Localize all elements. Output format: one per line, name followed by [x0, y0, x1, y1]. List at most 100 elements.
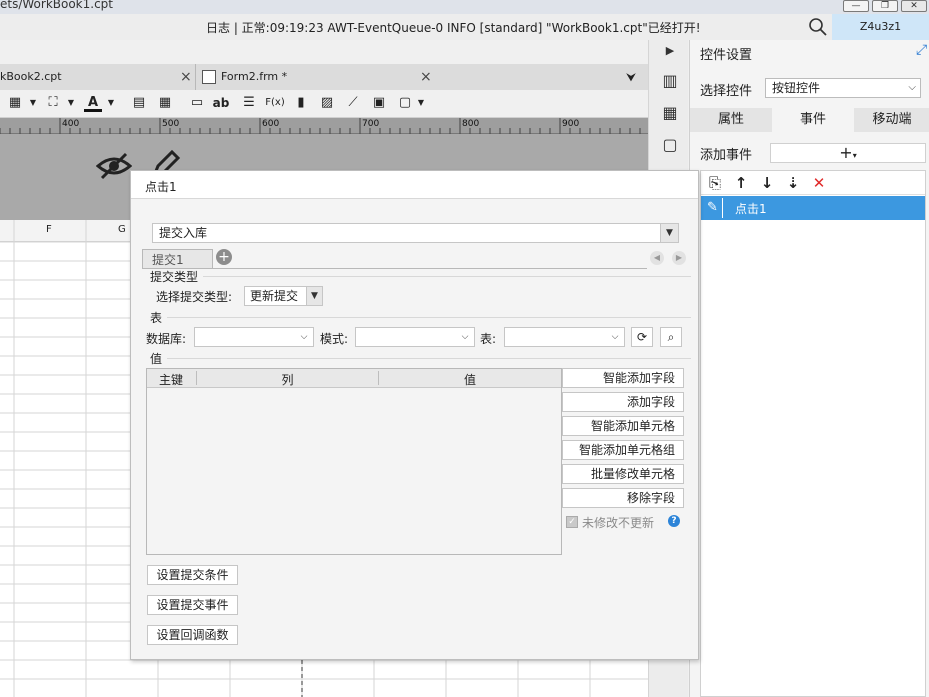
table-label: 表:: [480, 332, 497, 346]
field-table[interactable]: 主键 列 值: [146, 368, 562, 555]
eye-hidden-icon[interactable]: [96, 150, 132, 182]
no-change-no-update-checkbox[interactable]: ✓: [566, 516, 578, 528]
widget-settings-panel: 控件设置 ⤢ 选择控件 按钮控件 ⌵ 属性 事件 移动端 添加事件 +▾ ⎘ ↑…: [689, 40, 929, 697]
event-toolbar: ⎘ ↑ ↓ ⇣ ✕: [701, 171, 925, 195]
section-table: 表: [150, 311, 163, 325]
smart-add-cell-group-button[interactable]: 智能添加单元格组: [562, 440, 684, 460]
chevron-down-icon[interactable]: ▼: [24, 94, 42, 112]
submit-type-select[interactable]: 更新提交 ▼: [244, 286, 323, 306]
smart-add-field-button[interactable]: 智能添加字段: [562, 368, 684, 388]
doc-icon[interactable]: ▣: [370, 94, 388, 112]
prev-tab-icon[interactable]: ◀: [650, 251, 664, 265]
tab-workbook2[interactable]: kBook2.cpt: [0, 64, 62, 90]
close-tab-icon[interactable]: ×: [420, 64, 432, 90]
no-change-no-update-label: 未修改不更新: [582, 516, 655, 530]
close-tab-icon[interactable]: ×: [180, 64, 192, 90]
chevron-down-icon: ⌵: [606, 328, 624, 346]
move-up-icon[interactable]: ↑: [731, 173, 751, 193]
set-submit-condition-button[interactable]: 设置提交条件: [147, 565, 238, 585]
tab-properties[interactable]: 属性: [690, 108, 772, 132]
set-submit-event-button[interactable]: 设置提交事件: [147, 595, 238, 615]
add-tab-icon[interactable]: +: [216, 249, 232, 265]
help-icon[interactable]: ?: [668, 515, 680, 527]
expand-arrow-icon[interactable]: ▶: [659, 40, 681, 62]
column-header-primary-key[interactable]: 主键: [147, 371, 195, 388]
tab-menu-icon[interactable]: ⮟: [626, 70, 636, 85]
move-bottom-icon[interactable]: ⇣: [783, 173, 803, 193]
move-down-icon[interactable]: ↓: [757, 173, 777, 193]
ruler-label: 400: [62, 119, 80, 129]
chevron-down-icon[interactable]: ▼: [62, 94, 80, 112]
delete-icon[interactable]: ✕: [809, 173, 829, 193]
search-icon[interactable]: [808, 17, 828, 37]
layout-icon[interactable]: ▥: [659, 70, 681, 92]
ruler: 400 500 600 700 800 900: [0, 118, 648, 134]
set-callback-button[interactable]: 设置回调函数: [147, 625, 238, 645]
ruler-label: 600: [262, 119, 280, 129]
batch-modify-cell-button[interactable]: 批量修改单元格: [562, 464, 684, 484]
schema-label: 模式:: [320, 332, 349, 346]
table-select[interactable]: ⌵: [504, 327, 625, 347]
expand-panel-icon[interactable]: ⤢: [916, 42, 927, 58]
line-icon[interactable]: ▭: [188, 94, 206, 112]
chevron-down-icon[interactable]: ▼: [412, 94, 430, 112]
preview-icon[interactable]: ⌕: [660, 327, 682, 347]
database-select[interactable]: ⌵: [194, 327, 314, 347]
plus-icon: +: [839, 143, 853, 162]
copy-icon[interactable]: ⎘: [705, 173, 725, 193]
tab-submit1[interactable]: 提交1: [142, 249, 213, 269]
formula-icon[interactable]: F(x): [264, 94, 286, 112]
tab-divider: [195, 64, 196, 90]
chart-icon[interactable]: ▮: [292, 94, 310, 112]
event-dialog: 点击1 提交入库 ▼ 提交1 + ◀ ▶ 提交类型 选择提交类型: 更新提交 ▼…: [130, 170, 699, 660]
add-event-button[interactable]: +▾: [770, 143, 926, 163]
fill-icon[interactable]: ⛶: [44, 94, 62, 112]
schema-select[interactable]: ⌵: [355, 327, 475, 347]
tab-mobile[interactable]: 移动端: [854, 108, 929, 132]
column-header-value[interactable]: 值: [379, 371, 561, 388]
edit-pencil-icon[interactable]: ✎: [703, 198, 723, 218]
grid-settings-icon[interactable]: ▦: [659, 102, 681, 124]
editor-top-gap: [0, 40, 648, 64]
event-list-item[interactable]: ✎ 点击1: [701, 196, 925, 220]
chevron-down-icon: ⌵: [908, 82, 916, 93]
window-title: ets/WorkBook1.cpt: [0, 0, 114, 11]
paragraph-icon[interactable]: ☰: [240, 94, 258, 112]
maximize-button[interactable]: ❐: [872, 0, 898, 12]
form-file-icon: [202, 70, 216, 84]
add-field-button[interactable]: 添加字段: [562, 392, 684, 412]
smart-add-cell-button[interactable]: 智能添加单元格: [562, 416, 684, 436]
section-submit-type: 提交类型: [150, 270, 199, 284]
event-label: 点击1: [735, 202, 767, 216]
refresh-icon[interactable]: ⟳: [631, 327, 653, 347]
image-icon[interactable]: ▨: [318, 94, 336, 112]
chevron-down-icon: ⌵: [456, 328, 474, 346]
table-icon[interactable]: ▦: [6, 94, 24, 112]
text-icon[interactable]: ab: [212, 94, 230, 112]
crop-icon[interactable]: ▢: [659, 134, 681, 156]
close-window-button[interactable]: ✕: [901, 0, 927, 12]
next-tab-icon[interactable]: ▶: [672, 251, 686, 265]
chevron-down-icon[interactable]: ▼: [102, 94, 120, 112]
add-event-label: 添加事件: [700, 148, 753, 163]
document-tab-bar: kBook2.cpt × Form2.frm * × ⮟: [0, 64, 648, 90]
tab-form2[interactable]: Form2.frm *: [221, 64, 287, 90]
column-header-column[interactable]: 列: [197, 371, 378, 388]
event-type-select[interactable]: 提交入库 ▼: [152, 223, 679, 243]
dialog-header: 点击1: [131, 171, 698, 199]
dialog-title: 点击1: [145, 180, 177, 194]
window-title-bar: ets/WorkBook1.cpt — ❐ ✕: [0, 0, 929, 14]
choose-widget-label: 选择控件: [700, 84, 753, 99]
align-icon[interactable]: ▤: [130, 94, 148, 112]
user-badge[interactable]: Z4u3z1: [832, 14, 929, 40]
chevron-down-icon: ▼: [660, 224, 678, 242]
ruler-label: 900: [562, 119, 580, 129]
slash-icon[interactable]: ⟋: [344, 94, 362, 112]
font-color-icon[interactable]: A: [84, 94, 102, 112]
choose-widget-select[interactable]: 按钮控件 ⌵: [765, 78, 921, 98]
log-bar: 日志 | 正常:09:19:23 AWT-EventQueue-0 INFO […: [0, 14, 929, 40]
remove-field-button[interactable]: 移除字段: [562, 488, 684, 508]
grid-icon[interactable]: ▦: [156, 94, 174, 112]
tab-events[interactable]: 事件: [772, 108, 854, 132]
minimize-button[interactable]: —: [843, 0, 869, 12]
